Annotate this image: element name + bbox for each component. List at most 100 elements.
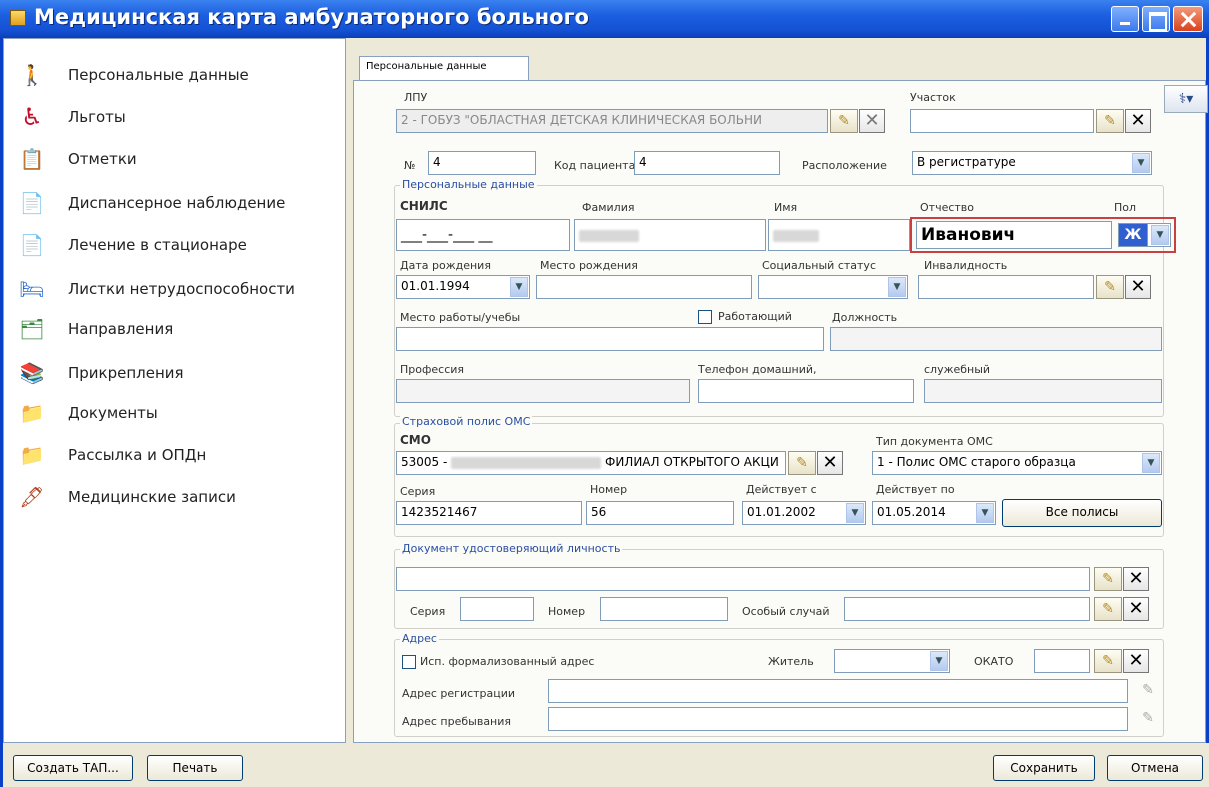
disability-field[interactable] — [918, 275, 1094, 299]
resident-select[interactable]: ▼ — [834, 649, 950, 673]
chevron-down-icon: ▼ — [976, 503, 994, 523]
work-field[interactable] — [396, 327, 824, 351]
uchastok-clear-button[interactable]: ✕ — [1125, 109, 1151, 133]
title-bar[interactable]: Медицинская карта амбулаторного больного — [0, 0, 1209, 38]
number-label: № — [404, 159, 416, 172]
phone-home-field[interactable] — [698, 379, 914, 403]
gender-label: Пол — [1114, 201, 1137, 214]
cancel-button[interactable]: Отмена — [1107, 755, 1203, 781]
okato-select-button[interactable]: ✎ — [1094, 649, 1122, 673]
profession-field[interactable] — [396, 379, 690, 403]
sidebar-item-label: Льготы — [68, 108, 126, 126]
app-icon — [10, 10, 26, 26]
special-case-field[interactable] — [844, 597, 1090, 621]
birthplace-field[interactable] — [536, 275, 752, 299]
oms-series-field[interactable]: 1423521467 — [396, 501, 582, 525]
disability-select-button[interactable]: ✎ — [1096, 275, 1124, 299]
chevron-down-icon: ▼ — [888, 277, 906, 297]
print-button[interactable]: Печать — [147, 755, 243, 781]
close-button[interactable] — [1173, 6, 1203, 32]
sidebar-item-benefits[interactable]: ♿ Льготы — [16, 101, 336, 135]
social-status-select[interactable]: ▼ — [758, 275, 908, 299]
sidebar: 🚶 Персональные данные ♿ Льготы 📋 Отметки… — [3, 38, 346, 743]
tab-personal-data[interactable]: Персональные данные — [359, 56, 529, 80]
notes-icon: 📋 — [19, 147, 45, 171]
identity-number-field[interactable] — [600, 597, 728, 621]
chevron-down-icon: ▼ — [1151, 225, 1169, 245]
formalized-address-checkbox[interactable] — [402, 655, 416, 669]
reg-address-field[interactable] — [548, 679, 1128, 703]
valid-from-value: 01.01.2002 — [747, 505, 816, 519]
working-checkbox[interactable] — [698, 310, 712, 324]
disability-label: Инвалидность — [924, 259, 1008, 272]
maximize-button[interactable] — [1142, 6, 1170, 32]
patient-code-field[interactable]: 4 — [634, 151, 780, 175]
sidebar-item-sick-leave[interactable]: 🛏 Листки нетрудоспособности — [16, 273, 336, 307]
location-value: В регистратуре — [917, 155, 1016, 169]
gender-select[interactable]: Ж — [1118, 223, 1148, 247]
create-tap-button[interactable]: Создать ТАП... — [13, 755, 133, 781]
uchastok-select-button[interactable]: ✎ — [1096, 109, 1124, 133]
uchastok-field[interactable] — [910, 109, 1094, 133]
pencil-icon[interactable]: ✎ — [1136, 679, 1160, 703]
wheelchair-icon: ♿ — [21, 103, 43, 131]
sidebar-item-medical-records[interactable]: 🖋 Медицинские записи — [16, 481, 336, 515]
location-select[interactable]: В регистратуре ▼ — [912, 151, 1152, 175]
identity-doc-field[interactable] — [396, 567, 1090, 591]
okato-field[interactable] — [1034, 649, 1090, 673]
oms-doc-type-value: 1 - Полис ОМС старого образца — [877, 455, 1076, 469]
stay-address-field[interactable] — [548, 707, 1128, 731]
smo-select-button[interactable]: ✎ — [788, 451, 816, 475]
sidebar-item-attachments[interactable]: 📚 Прикрепления — [16, 357, 336, 391]
oms-number-field[interactable]: 56 — [586, 501, 734, 525]
gender-dropdown[interactable]: ▼ — [1147, 223, 1171, 247]
lpu-clear-button: ✕ — [859, 109, 885, 133]
sidebar-item-mailing[interactable]: 📁 Рассылка и ОПДн — [16, 439, 336, 473]
phone-work-field[interactable] — [924, 379, 1162, 403]
surname-field[interactable] — [574, 219, 766, 251]
person-walking-icon: 🚶 — [19, 63, 45, 87]
uchastok-label: Участок — [910, 91, 956, 104]
patronymic-label: Отчество — [920, 201, 975, 214]
work-label: Место работы/учебы — [400, 311, 521, 324]
smo-clear-button[interactable]: ✕ — [817, 451, 843, 475]
lpu-label: ЛПУ — [404, 91, 428, 104]
identity-select-button[interactable]: ✎ — [1094, 567, 1122, 591]
books-icon: 📚 — [19, 361, 45, 385]
lpu-field[interactable]: 2 - ГОБУЗ "ОБЛАСТНАЯ ДЕТСКАЯ КЛИНИЧЕСКАЯ… — [396, 109, 828, 133]
footer-bar: Создать ТАП... Печать Сохранить Отмена — [3, 743, 1209, 787]
pencil-icon[interactable]: ✎ — [1136, 707, 1160, 731]
smo-field[interactable]: 53005 - ФИЛИАЛ ОТКРЫТОГО АКЦИ — [396, 451, 786, 475]
sidebar-item-marks[interactable]: 📋 Отметки — [16, 143, 336, 177]
patient-code-label: Код пациента — [554, 159, 636, 172]
number-field[interactable]: 4 — [428, 151, 536, 175]
identity-group-title: Документ удостоверяющий личность — [400, 542, 623, 555]
save-button[interactable]: Сохранить — [993, 755, 1095, 781]
identity-series-field[interactable] — [460, 597, 534, 621]
smo-code: 53005 - — [401, 455, 448, 469]
okato-clear-button[interactable]: ✕ — [1123, 649, 1149, 673]
special-case-select-button[interactable]: ✎ — [1094, 597, 1122, 621]
identity-clear-button[interactable]: ✕ — [1123, 567, 1149, 591]
sidebar-item-documents[interactable]: 📁 Документы — [16, 397, 336, 431]
position-field[interactable] — [830, 327, 1162, 351]
valid-to-picker[interactable]: 01.05.2014 ▼ — [872, 501, 996, 525]
birthdate-picker[interactable]: 01.01.1994 ▼ — [396, 275, 530, 299]
smo-label: СМО — [400, 433, 431, 447]
oms-doc-type-select[interactable]: 1 - Полис ОМС старого образца ▼ — [872, 451, 1162, 475]
special-case-clear-button[interactable]: ✕ — [1123, 597, 1149, 621]
disability-clear-button[interactable]: ✕ — [1125, 275, 1151, 299]
sidebar-item-referrals[interactable]: 🗂 Направления — [16, 313, 336, 347]
wand-menu-button[interactable]: ⚕▾ — [1164, 85, 1208, 113]
sidebar-item-personal-data[interactable]: 🚶 Персональные данные — [16, 59, 336, 93]
patronymic-field[interactable]: Иванович — [916, 221, 1112, 249]
minimize-button[interactable] — [1111, 6, 1139, 32]
all-policies-button[interactable]: Все полисы — [1002, 499, 1162, 527]
sidebar-item-hospital[interactable]: 📄 Лечение в стационаре — [16, 229, 336, 263]
name-field[interactable] — [768, 219, 910, 251]
main-window: Медицинская карта амбулаторного больного… — [0, 0, 1209, 787]
valid-from-picker[interactable]: 01.01.2002 ▼ — [742, 501, 866, 525]
birthplace-label: Место рождения — [540, 259, 638, 272]
snils-field[interactable]: ___-___-___ __ — [396, 219, 570, 251]
sidebar-item-dispensary[interactable]: 📄 Диспансерное наблюдение — [16, 187, 336, 221]
